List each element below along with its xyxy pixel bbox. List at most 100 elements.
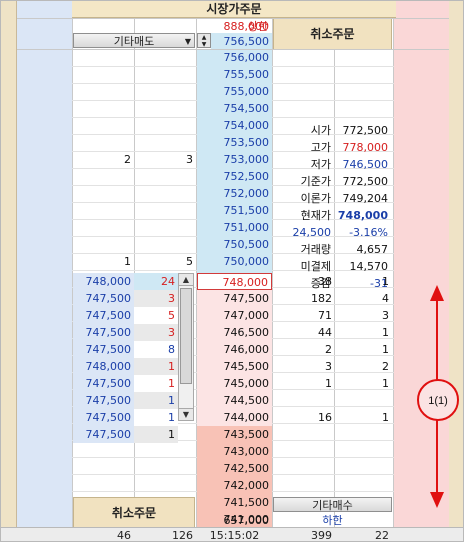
fill-qty: 1 <box>134 426 178 443</box>
info-label: 현재가 <box>300 209 331 222</box>
bid-price[interactable]: 745,000 <box>197 375 272 392</box>
footer: 46 126 15:15:02 399 22 <box>1 527 463 542</box>
left-total-1: 46 <box>117 529 131 542</box>
buy-type-button[interactable]: 기타매수 <box>273 497 392 512</box>
bid-qty-left: 16 <box>318 411 332 424</box>
bid-qty-left <box>273 392 335 409</box>
bid-qty-left: 71 <box>318 309 332 322</box>
right-total-2: 22 <box>375 529 389 542</box>
info-label: 24,500 <box>292 226 332 239</box>
bid-price[interactable]: 746,500 <box>197 324 272 341</box>
bid-qty-right: 4 <box>382 292 389 305</box>
info-label: 고가 <box>310 141 331 154</box>
scroll-down-icon[interactable]: ▼ <box>179 408 193 420</box>
fill-price: 747,500 <box>73 375 134 392</box>
bid-qty-right <box>335 460 392 477</box>
bid-price[interactable]: 745,500 <box>197 358 272 375</box>
fills-scrollbar[interactable]: ▲ ▼ <box>178 273 194 421</box>
fill-price: 748,000 <box>73 273 134 290</box>
bid-qty-left: 44 <box>318 326 332 339</box>
ask-price[interactable]: 753,000 <box>197 151 272 168</box>
fill-qty: 1 <box>134 358 178 375</box>
bid-qty-right <box>335 477 392 494</box>
bid-qty-right: 2 <box>382 360 389 373</box>
info-value: 772,500 <box>342 124 389 137</box>
info-label: 저가 <box>310 158 331 171</box>
bid-price[interactable]: 747,000 <box>197 307 272 324</box>
bid-price[interactable]: 743,000 <box>197 443 272 460</box>
spinner[interactable]: ▲ ▼ <box>197 33 211 48</box>
left-edge <box>1 1 17 541</box>
scroll-up-icon[interactable]: ▲ <box>179 274 193 286</box>
fill-price: 747,500 <box>73 290 134 307</box>
ask-price[interactable]: 751,000 <box>197 219 272 236</box>
grid-line <box>17 18 449 19</box>
bid-price[interactable]: 746,000 <box>197 341 272 358</box>
ask-qty-left: 1 <box>124 255 131 268</box>
bid-qty-left: 2 <box>325 343 332 356</box>
right-edge <box>447 1 463 541</box>
left-total-2: 126 <box>172 529 193 542</box>
first-ask-price[interactable]: 756,500 <box>211 33 272 50</box>
fill-qty: 3 <box>134 290 178 307</box>
bid-qty-left: 38 <box>318 275 332 288</box>
cancel-order-top[interactable]: 취소주문 <box>273 18 392 50</box>
bid-price[interactable]: 744,000 <box>197 409 272 426</box>
fill-qty: 3 <box>134 324 178 341</box>
bid-qty-right: 1 <box>382 411 389 424</box>
bid-qty-left: 3 <box>325 360 332 373</box>
info-value: 778,000 <box>342 141 389 154</box>
bid-qty-left <box>273 443 335 460</box>
info-value: 772,500 <box>342 175 389 188</box>
ask-price[interactable]: 752,000 <box>197 185 272 202</box>
fill-qty: 5 <box>134 307 178 324</box>
bid-qty-right: 1 <box>382 275 389 288</box>
bid-price[interactable]: 743,500 <box>197 426 272 443</box>
bid-price[interactable]: 741,500 <box>197 494 272 511</box>
bid-price[interactable]: 748,000 <box>197 273 272 290</box>
ask-price[interactable]: 755,000 <box>197 83 272 100</box>
fill-qty: 24 <box>134 273 178 290</box>
order-window: 시장가주문 상한 888,000 취소주문 기타매도 ▼ ▲ ▼ 756,500 … <box>0 0 464 542</box>
fill-qty: 1 <box>134 409 178 426</box>
ask-price[interactable]: 753,500 <box>197 134 272 151</box>
fill-price: 748,000 <box>73 358 134 375</box>
ask-price[interactable]: 754,000 <box>197 117 272 134</box>
ask-qty-right: 5 <box>186 255 193 268</box>
left-stop-column[interactable] <box>17 1 72 541</box>
ask-price[interactable]: 754,500 <box>197 100 272 117</box>
bid-qty-left <box>273 460 335 477</box>
fill-price: 747,500 <box>73 426 134 443</box>
cancel-order-bottom[interactable]: 취소주문 <box>73 497 195 529</box>
ask-price[interactable]: 755,500 <box>197 66 272 83</box>
time-display: 15:15:02 <box>209 529 260 542</box>
bid-qty-right <box>335 392 392 409</box>
fill-qty: 8 <box>134 341 178 358</box>
bid-price[interactable]: 742,000 <box>197 477 272 494</box>
fill-price: 747,500 <box>73 409 134 426</box>
bid-qty-left <box>273 477 335 494</box>
info-value: 746,500 <box>342 158 389 171</box>
right-stop-column[interactable] <box>394 1 449 541</box>
fill-price: 747,500 <box>73 392 134 409</box>
sell-type-dropdown[interactable]: 기타매도 ▼ <box>73 33 195 48</box>
bid-qty-right <box>335 426 392 443</box>
bid-qty-right: 1 <box>382 343 389 356</box>
bid-qty-right <box>335 443 392 460</box>
bid-price[interactable]: 742,500 <box>197 460 272 477</box>
ask-price[interactable]: 756,000 <box>197 49 272 66</box>
scroll-thumb[interactable] <box>180 288 192 384</box>
ask-price[interactable]: 750,500 <box>197 236 272 253</box>
info-label: 시가 <box>310 124 331 137</box>
info-value: 748,000 <box>337 209 388 222</box>
ask-price[interactable]: 752,500 <box>197 168 272 185</box>
bid-price[interactable]: 747,500 <box>197 290 272 307</box>
ask-price[interactable]: 751,500 <box>197 202 272 219</box>
bid-qty-right: 1 <box>382 326 389 339</box>
info-label: 기준가 <box>300 175 331 188</box>
ask-price[interactable]: 750,000 <box>197 253 272 270</box>
sell-type-label: 기타매도 <box>113 35 155 48</box>
info-label: 거래량 <box>300 243 331 256</box>
bid-price[interactable]: 744,500 <box>197 392 272 409</box>
fill-price: 747,500 <box>73 324 134 341</box>
